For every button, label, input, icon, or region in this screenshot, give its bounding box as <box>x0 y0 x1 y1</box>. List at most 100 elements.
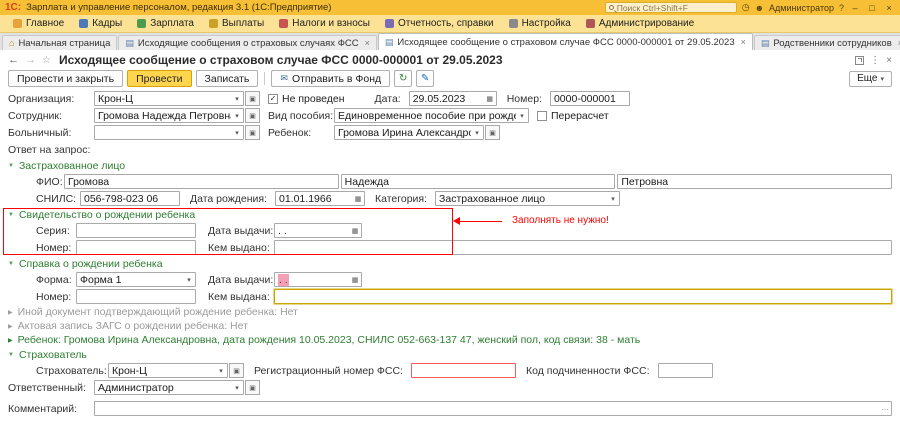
comment-expand-icon[interactable]: … <box>879 405 891 412</box>
back-button[interactable]: ← <box>8 54 19 66</box>
employee-field[interactable]: Громова Надежда Петровна ▾ <box>94 108 244 123</box>
menu-item-zarplata[interactable]: Зарплата <box>130 17 201 30</box>
kebab-menu-icon[interactable]: ⋮ <box>870 55 880 66</box>
birth-date-label: Дата рождения: <box>190 193 267 205</box>
dropdown-icon[interactable]: ▾ <box>183 276 195 284</box>
open-child-button[interactable]: ▣ <box>485 125 500 140</box>
forward-button[interactable]: → <box>25 54 36 66</box>
open-employee-button[interactable]: ▣ <box>245 108 260 123</box>
fss-reg-field[interactable] <box>411 363 516 378</box>
help-icon[interactable]: ? <box>839 3 844 13</box>
last-name-field[interactable]: Громова <box>64 174 339 189</box>
calendar-icon[interactable]: ▦ <box>352 195 364 203</box>
organization-field[interactable]: Крон-Ц ▾ <box>94 91 244 106</box>
middle-name-field[interactable]: Петровна <box>617 174 892 189</box>
cert-number-row: Номер: Кем выдано: <box>0 239 900 256</box>
tab-relatives[interactable]: ▤ Родственники сотрудников × <box>754 35 900 50</box>
section-menu: Главное Кадры Зарплата Выплаты Налоги и … <box>0 15 900 33</box>
ref-issue-date-field[interactable]: . . ▦ <box>274 272 362 287</box>
post-button[interactable]: Провести <box>127 70 191 87</box>
open-responsible-button[interactable]: ▣ <box>245 380 260 395</box>
date-label: Дата: <box>375 93 401 105</box>
send-to-fund-button[interactable]: ✉ Отправить в Фонд <box>271 70 390 87</box>
open-sick-leave-button[interactable]: ▣ <box>245 125 260 140</box>
insurer-field[interactable]: Крон-Ц ▾ <box>108 363 228 378</box>
global-search-input[interactable]: Поиск Ctrl+Shift+F <box>605 2 737 13</box>
menu-item-glavnoe[interactable]: Главное <box>6 17 71 30</box>
dropdown-icon[interactable]: ▾ <box>231 95 243 103</box>
benefit-kind-field[interactable]: Единовременное пособие при рождении ребе… <box>334 108 529 123</box>
tab-home[interactable]: ⌂ Начальная страница <box>2 35 117 50</box>
dropdown-icon[interactable]: ▾ <box>607 195 619 203</box>
collapse-icon[interactable]: ▼ <box>8 261 14 267</box>
child-field[interactable]: Громова Ирина Александровна ▾ <box>334 125 484 140</box>
not-posted-checkbox[interactable]: ✓ Не проведен <box>268 93 345 105</box>
tab-label: Начальная страница <box>18 38 110 49</box>
refresh-button[interactable]: ↻ <box>394 70 412 87</box>
section-title[interactable]: Страхователь <box>19 349 87 361</box>
section-title[interactable]: Справка о рождении ребенка <box>19 258 163 270</box>
cert-issued-by-field[interactable] <box>274 240 892 255</box>
comment-field[interactable]: … <box>94 401 892 416</box>
dropdown-icon[interactable]: ▾ <box>231 384 243 392</box>
tab-outgoing-message-document[interactable]: ▤ Исходящее сообщение о страховом случае… <box>378 33 753 50</box>
document-date-field[interactable]: 29.05.2023 ▦ <box>409 91 497 106</box>
child-value: Громова Ирина Александровна <box>335 127 471 139</box>
write-button[interactable]: Записать <box>196 70 259 87</box>
cert-number-field[interactable] <box>76 240 196 255</box>
menu-item-administrirovanie[interactable]: Администрирование <box>579 17 701 30</box>
minimize-button[interactable]: ‒ <box>849 3 861 13</box>
dropdown-icon[interactable]: ▾ <box>231 129 243 137</box>
snils-field[interactable]: 056-798-023 06 <box>80 191 180 206</box>
current-user-label[interactable]: Администратор <box>769 3 834 13</box>
ref-issued-by-field[interactable] <box>274 289 892 304</box>
section-title[interactable]: Застрахованное лицо <box>19 160 125 172</box>
signature-button[interactable]: ✎ <box>416 70 434 87</box>
maximize-button[interactable]: □ <box>866 3 878 13</box>
group-child-info[interactable]: ▶ Ребенок: Громова Ирина Александровна, … <box>0 333 900 347</box>
collapse-icon[interactable]: ▼ <box>8 212 14 218</box>
dropdown-icon[interactable]: ▾ <box>231 112 243 120</box>
dropdown-icon[interactable]: ▾ <box>471 129 483 137</box>
history-icon[interactable]: ◷ <box>742 2 750 13</box>
cert-issue-date-field[interactable]: . . ▦ <box>274 223 362 238</box>
ref-number-field[interactable] <box>76 289 196 304</box>
open-organization-button[interactable]: ▣ <box>245 91 260 106</box>
open-insurer-button[interactable]: ▣ <box>229 363 244 378</box>
search-placeholder: Поиск Ctrl+Shift+F <box>617 3 688 13</box>
dropdown-icon[interactable]: ▾ <box>215 367 227 375</box>
calendar-icon[interactable]: ▦ <box>484 95 496 103</box>
menu-item-kadry[interactable]: Кадры <box>72 17 129 30</box>
ref-form-field[interactable]: Форма 1 ▾ <box>76 272 196 287</box>
recalculation-checkbox[interactable]: Перерасчет <box>537 110 609 122</box>
first-name-field[interactable]: Надежда <box>341 174 616 189</box>
birth-date-field[interactable]: 01.01.1966 ▦ <box>275 191 365 206</box>
form-close-icon[interactable]: × <box>886 55 892 66</box>
get-link-icon[interactable] <box>855 56 864 65</box>
group-zags-record[interactable]: ▶ Актовая запись ЗАГС о рождении ребенка… <box>0 319 900 333</box>
cert-series-field[interactable] <box>76 223 196 238</box>
calendar-icon[interactable]: ▦ <box>349 276 361 284</box>
menu-item-nalogi[interactable]: Налоги и взносы <box>272 17 377 30</box>
section-title[interactable]: Свидетельство о рождении ребенка <box>19 209 195 221</box>
category-field[interactable]: Застрахованное лицо ▾ <box>435 191 620 206</box>
window-close-button[interactable]: × <box>883 3 895 13</box>
menu-item-nastroyka[interactable]: Настройка <box>502 17 578 30</box>
favorite-star-icon[interactable]: ☆ <box>42 55 51 66</box>
menu-item-otchetnost[interactable]: Отчетность, справки <box>378 17 501 30</box>
responsible-field[interactable]: Администратор ▾ <box>94 380 244 395</box>
tab-close-icon[interactable]: × <box>365 38 370 48</box>
fss-code-field[interactable] <box>658 363 713 378</box>
menu-item-vyplaty[interactable]: Выплаты <box>202 17 271 30</box>
dropdown-icon[interactable]: ▾ <box>516 112 528 120</box>
sick-leave-field[interactable]: ▾ <box>94 125 244 140</box>
more-button[interactable]: Еще ▾ <box>849 71 892 87</box>
collapse-icon[interactable]: ▼ <box>8 352 14 358</box>
group-other-document[interactable]: ▶ Иной документ подтверждающий рождение … <box>0 305 900 319</box>
collapse-icon[interactable]: ▼ <box>8 163 14 169</box>
tab-close-icon[interactable]: × <box>741 37 746 47</box>
tab-outgoing-messages-list[interactable]: ▤ Исходящие сообщения о страховых случая… <box>118 35 377 50</box>
document-number-field[interactable]: 0000-000001 <box>550 91 630 106</box>
post-and-close-button[interactable]: Провести и закрыть <box>8 70 123 87</box>
calendar-icon[interactable]: ▦ <box>349 227 361 235</box>
